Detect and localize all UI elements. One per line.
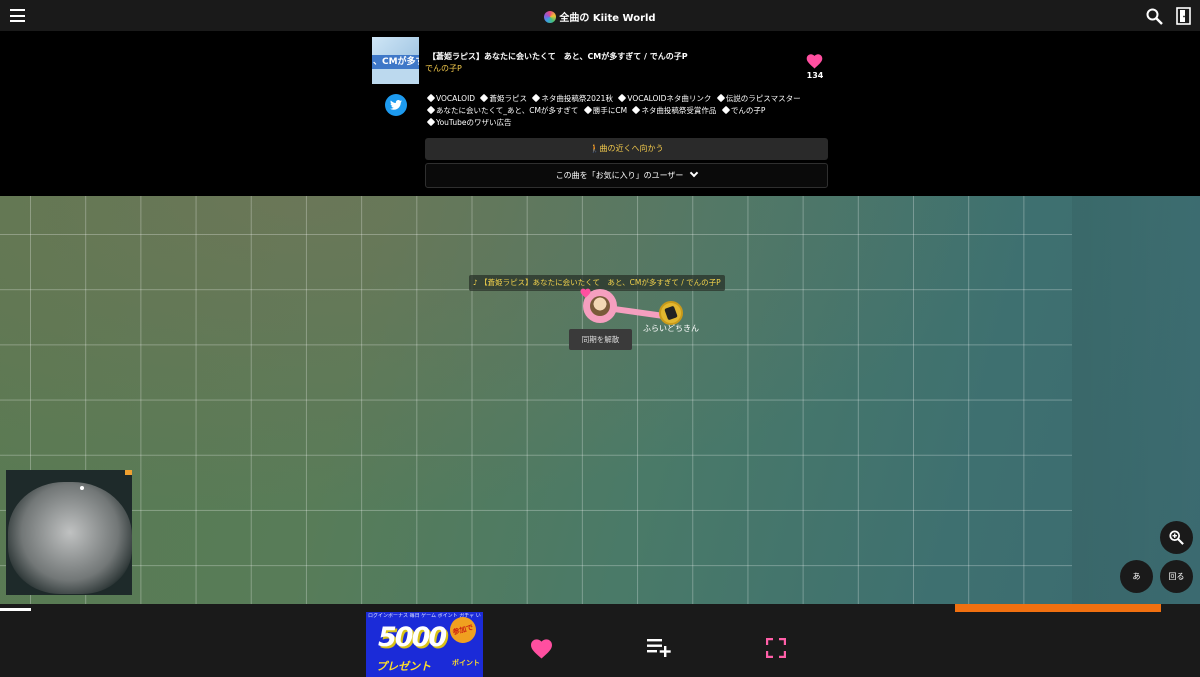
song-thumbnail[interactable]: 、CMが多すぎ (372, 37, 419, 84)
heart-icon (580, 288, 591, 298)
name-display-toggle-button[interactable]: あ (1120, 560, 1153, 593)
banner-point-text: ポイント (452, 659, 480, 667)
tag-item[interactable]: ネタ曲投稿祭受賞作品 (633, 105, 716, 117)
tag-item[interactable]: YouTubeのワザい広告 (428, 117, 512, 129)
app-title[interactable]: 全曲の Kiite World (0, 9, 1200, 24)
playback-progress-bar[interactable] (0, 604, 1200, 612)
banner-present-text: プレゼント (376, 660, 431, 673)
favorite-users-button[interactable]: この曲を「お気に入り」のユーザー (425, 163, 828, 188)
twitter-bird-icon (390, 100, 402, 110)
other-user-avatar[interactable] (659, 301, 683, 325)
tag-item[interactable]: VOCALOIDネタ曲リンク (619, 93, 711, 105)
tag-item[interactable]: あなたに会いたくて_あと、CMが多すぎて (428, 105, 578, 117)
zoom-in-icon (1169, 530, 1184, 545)
minimap[interactable] (6, 470, 132, 595)
minimap-position-dot (80, 486, 84, 490)
ad-banner[interactable]: ログインボーナス 毎日 ゲーム ポイント ガチャ いいログイン 参加で 5000… (366, 612, 483, 677)
goto-song-button[interactable]: 🚶曲の近くへ向かう (425, 138, 828, 160)
song-artist-link[interactable]: でんの子P (425, 63, 462, 74)
zoom-in-button[interactable] (1160, 521, 1193, 554)
tag-item[interactable]: 伝説のラピスマスター (718, 93, 801, 105)
favorite-count: 134 (806, 71, 824, 80)
bottom-toolbar: ログインボーナス 毎日 ゲーム ポイント ガチャ いいログイン 参加で 5000… (0, 612, 1200, 677)
favorite-heart-icon[interactable] (806, 53, 823, 69)
tag-item[interactable]: でんの子P (723, 105, 766, 117)
exit-door-icon[interactable] (1176, 7, 1191, 25)
tag-item[interactable]: 勝手にCM (585, 105, 627, 117)
thumbnail-caption: 、CMが多すぎ (372, 55, 419, 69)
song-title: 【蒼姫ラピス】あなたに会いたくて あと、CMが多すぎて / でんの子P (428, 52, 688, 61)
avatar-face (664, 305, 678, 321)
minimap-world-area (8, 482, 132, 594)
goto-song-label: 曲の近くへ向かう (599, 144, 664, 153)
favorite-heart-icon[interactable] (530, 638, 553, 659)
song-info-panel: 、CMが多すぎ 【蒼姫ラピス】あなたに会いたくて あと、CMが多すぎて / でん… (0, 31, 1200, 196)
kiite-logo-icon (544, 11, 557, 23)
chevron-down-icon (690, 168, 699, 178)
app-title-text: 全曲の Kiite World (559, 13, 656, 24)
minimap-viewport-marker (125, 470, 132, 475)
tag-item[interactable]: VOCALOID (428, 93, 475, 105)
unsync-button[interactable]: 同期を解散 (569, 329, 632, 350)
other-user-name[interactable]: ふらいどちきん (643, 323, 699, 334)
add-to-playlist-icon[interactable] (646, 637, 672, 657)
walk-icon: 🚶 (589, 144, 600, 153)
twitter-share-button[interactable] (385, 94, 407, 116)
tag-item[interactable]: ネタ曲投稿祭2021秋 (533, 93, 613, 105)
top-bar: 全曲の Kiite World (0, 0, 1200, 31)
map-grid (0, 196, 1072, 604)
banner-big-number: 5000 (378, 622, 447, 653)
avatar-face (590, 296, 610, 316)
favorite-users-label: この曲を「お気に入り」のユーザー (555, 171, 684, 180)
search-icon[interactable] (1146, 8, 1163, 25)
world-map[interactable]: ♪ 【蒼姫ラピス】あなたに会いたくて あと、CMが多すぎて / でんの子P ふら… (0, 196, 1200, 604)
fullscreen-icon[interactable] (766, 638, 786, 658)
rotate-button[interactable]: 回る (1160, 560, 1193, 593)
tag-item[interactable]: 蒼姫ラピス (481, 93, 527, 105)
tag-list: VOCALOID 蒼姫ラピス ネタ曲投稿祭2021秋 VOCALOIDネタ曲リン… (428, 93, 828, 129)
playback-progress-fill (0, 608, 32, 611)
song-segment-marker (955, 604, 1161, 612)
